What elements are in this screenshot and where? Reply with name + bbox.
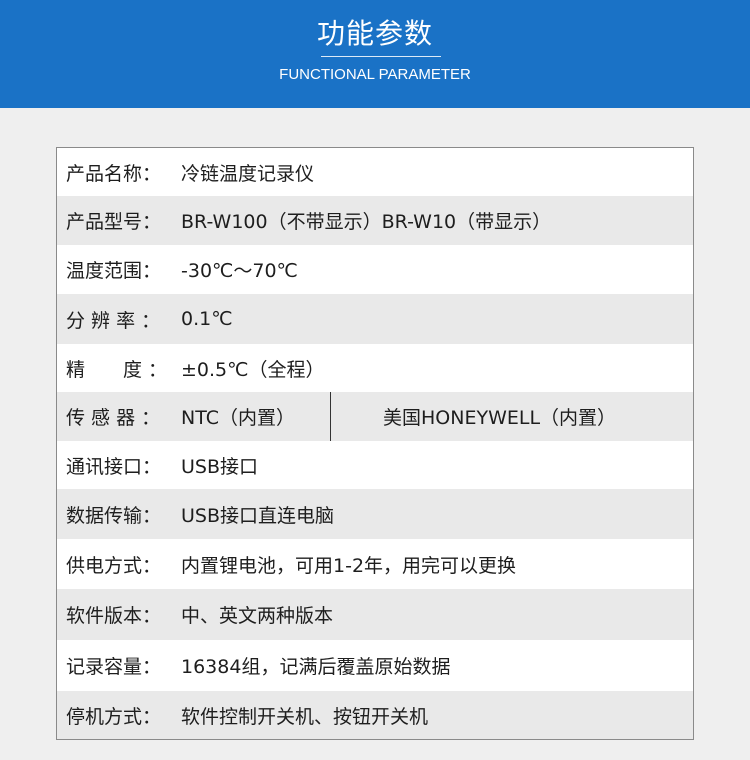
param-value: NTC（内置） — [181, 407, 295, 429]
param-label: 产品型号： — [66, 211, 162, 233]
table-row: 精 度 ： ±0.5℃（全程） — [57, 344, 693, 392]
param-value: -30℃～70℃ — [181, 260, 298, 282]
param-label: 传 感 器 ： — [66, 407, 161, 429]
title-underline — [321, 56, 441, 57]
table-row: 数据传输： USB接口直连电脑 — [57, 489, 693, 539]
table-row: 传 感 器 ： NTC（内置） 美国HONEYWELL（内置） — [57, 392, 693, 441]
param-label: 停机方式： — [66, 705, 162, 728]
param-label: 通讯接口： — [66, 455, 162, 478]
param-value: 内置锂电池，可用1-2年，用完可以更换 — [181, 554, 517, 577]
table-row: 通讯接口： USB接口 — [57, 441, 693, 489]
table-row: 记录容量： 16384组，记满后覆盖原始数据 — [57, 640, 693, 691]
table-row: 分 辨 率 ： 0.1℃ — [57, 294, 693, 344]
table-row: 温度范围： -30℃～70℃ — [57, 245, 693, 294]
param-value: USB接口 — [181, 455, 259, 478]
param-label: 数据传输： — [66, 504, 162, 527]
param-value: 软件控制开关机、按钮开关机 — [181, 705, 429, 728]
cell-divider — [330, 392, 331, 441]
param-value: ±0.5℃（全程） — [181, 358, 325, 381]
param-label: 温度范围： — [66, 260, 162, 282]
table-row: 产品型号： BR-W100（不带显示）BR-W10（带显示） — [57, 196, 693, 245]
page-subtitle: FUNCTIONAL PARAMETER — [279, 66, 471, 83]
param-label: 供电方式： — [66, 554, 162, 577]
table-row: 软件版本： 中、英文两种版本 — [57, 589, 693, 640]
parameter-table: 产品名称： 冷链温度记录仪 产品型号： BR-W100（不带显示）BR-W10（… — [56, 147, 694, 740]
param-value: 16384组，记满后覆盖原始数据 — [181, 656, 451, 678]
param-value-secondary: 美国HONEYWELL（内置） — [383, 407, 617, 429]
param-value: 0.1℃ — [181, 308, 233, 330]
table-row: 供电方式： 内置锂电池，可用1-2年，用完可以更换 — [57, 539, 693, 589]
param-label: 记录容量： — [66, 656, 162, 678]
param-label: 软件版本： — [66, 605, 162, 627]
page-title: 功能参数 — [316, 17, 433, 50]
param-value: BR-W100（不带显示）BR-W10（带显示） — [181, 211, 552, 233]
param-value: USB接口直连电脑 — [181, 504, 335, 527]
param-value: 中、英文两种版本 — [181, 605, 334, 627]
header-banner: 功能参数 FUNCTIONAL PARAMETER — [0, 0, 750, 108]
param-label: 分 辨 率 ： — [66, 309, 161, 332]
param-label: 产品名称： — [66, 162, 162, 185]
param-value: 冷链温度记录仪 — [181, 162, 315, 185]
table-row: 产品名称： 冷链温度记录仪 — [57, 148, 693, 196]
param-label: 精 度 ： — [66, 358, 168, 381]
table-row: 停机方式： 软件控制开关机、按钮开关机 — [57, 691, 693, 739]
